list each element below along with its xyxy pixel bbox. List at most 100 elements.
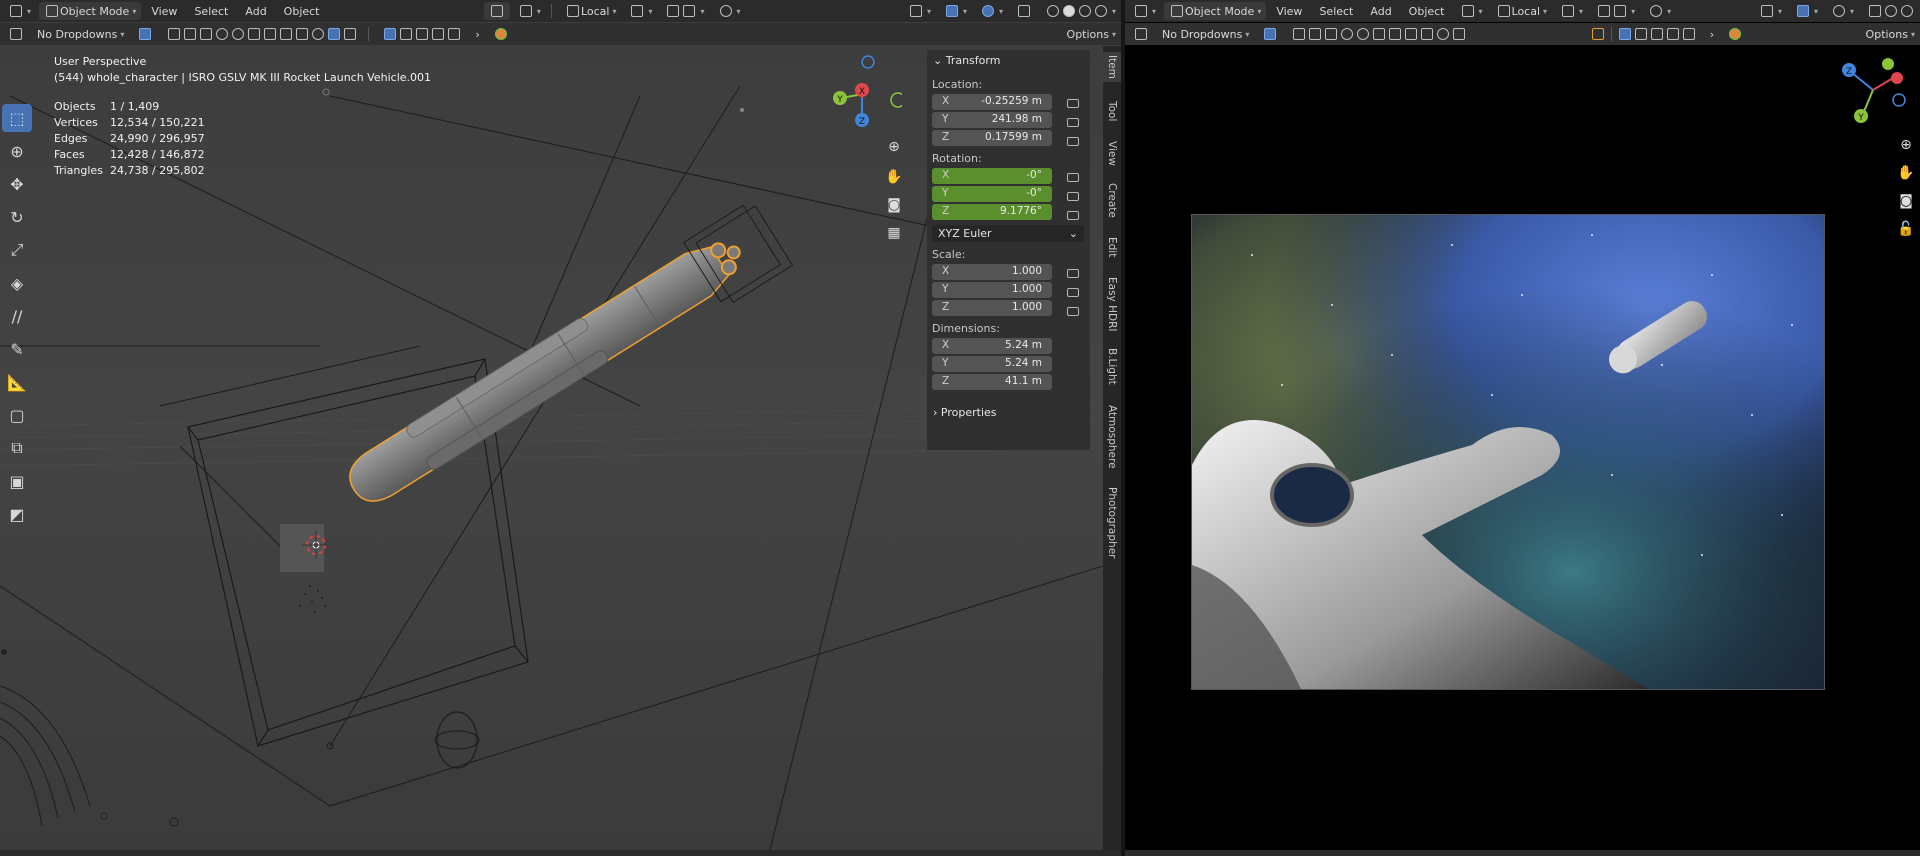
- rotation-y-field[interactable]: Y -0°: [932, 186, 1052, 202]
- tab-edit[interactable]: Edit: [1103, 232, 1121, 262]
- menu-object[interactable]: Object: [277, 2, 327, 20]
- select-mode-buttons[interactable]: [377, 25, 467, 43]
- move-icon[interactable]: ✥: [2, 170, 32, 198]
- hand-pan-icon[interactable]: ✋: [883, 166, 905, 188]
- transform-panel-header[interactable]: ⌄ Transform: [927, 50, 1090, 72]
- eyedropper-button[interactable]: [483, 2, 510, 20]
- draw-icon[interactable]: ✎: [2, 335, 32, 363]
- editor-type-button[interactable]: ▾: [3, 2, 36, 20]
- lock-camera-icon[interactable]: 🔓: [1895, 218, 1917, 240]
- orientation-selector[interactable]: Local ▾: [560, 2, 622, 20]
- location-y-field[interactable]: Y 241.98 m: [932, 112, 1052, 128]
- annotate-icon[interactable]: ∕∕: [2, 302, 32, 330]
- hand-pan-icon[interactable]: ✋: [1895, 162, 1917, 184]
- rotate-icon[interactable]: ↻: [2, 203, 32, 231]
- expand-arrow[interactable]: ›: [1705, 25, 1719, 43]
- object-type-filters[interactable]: [1286, 25, 1472, 43]
- snap-toggle[interactable]: ▾: [1591, 2, 1640, 20]
- shading-modes[interactable]: [1862, 2, 1920, 20]
- snap-button[interactable]: ▾: [624, 2, 657, 20]
- tab-create[interactable]: Create: [1103, 180, 1121, 220]
- gizmo-toggle[interactable]: ▾: [939, 2, 972, 20]
- proportional-edit[interactable]: ▾: [713, 2, 746, 20]
- menu-select[interactable]: Select: [187, 2, 235, 20]
- zoom-icon[interactable]: ⊕: [883, 136, 905, 158]
- menu-object[interactable]: Object: [1402, 2, 1452, 20]
- scale-z-field[interactable]: Z 1.000: [932, 300, 1052, 316]
- select-mode-buttons[interactable]: [1585, 25, 1702, 43]
- image-icon[interactable]: ▣: [2, 467, 32, 495]
- camera-view[interactable]: Z Y ⊕ ✋ ◙ 🔓: [1125, 46, 1920, 850]
- scale-icon[interactable]: ⤢: [2, 236, 32, 264]
- lock-icon[interactable]: [1067, 307, 1079, 316]
- tab-item[interactable]: Item: [1103, 52, 1121, 82]
- xray-toggle[interactable]: [1011, 2, 1037, 20]
- transform-icon[interactable]: ◈: [2, 269, 32, 297]
- location-z-field[interactable]: Z 0.17599 m: [932, 130, 1052, 146]
- tab-photographer[interactable]: Photographer: [1103, 484, 1121, 562]
- filter-button[interactable]: [132, 25, 158, 43]
- shading-modes[interactable]: ▾: [1040, 2, 1121, 20]
- lock-icon[interactable]: [1067, 173, 1079, 182]
- rotation-z-field[interactable]: Z 9.1776°: [932, 204, 1052, 220]
- dimension-z-field[interactable]: Z 41.1 m: [932, 374, 1052, 390]
- navigation-gizmo[interactable]: Z Y X: [822, 52, 902, 132]
- snap-toggle[interactable]: ▾: [660, 2, 709, 20]
- gizmo-toggle[interactable]: ▾: [1790, 2, 1823, 20]
- navigation-gizmo-right[interactable]: Z Y: [1837, 56, 1907, 126]
- camera-icon[interactable]: ◙: [883, 194, 905, 216]
- tab-tool[interactable]: Tool: [1103, 96, 1121, 126]
- extrude-icon[interactable]: ⧉: [2, 434, 32, 462]
- dropdowns-selector[interactable]: No Dropdowns ▾: [1157, 25, 1254, 43]
- location-x-field[interactable]: X -0.25259 m: [932, 94, 1052, 110]
- visibility-button[interactable]: ▾: [903, 2, 936, 20]
- rotation-mode-select[interactable]: XYZ Euler ⌄: [932, 225, 1084, 242]
- dropdowns-selector[interactable]: No Dropdowns ▾: [32, 25, 129, 43]
- dimension-y-field[interactable]: Y 5.24 m: [932, 356, 1052, 372]
- tab-easy-hdri[interactable]: Easy HDRI: [1103, 274, 1121, 334]
- mode-selector[interactable]: Object Mode ▾: [39, 2, 142, 20]
- expand-arrow[interactable]: ›: [470, 25, 484, 43]
- menu-view[interactable]: View: [144, 2, 184, 20]
- tab-view[interactable]: View: [1103, 138, 1121, 168]
- visibility-button[interactable]: ▾: [1754, 2, 1787, 20]
- proportional-edit[interactable]: ▾: [1643, 2, 1676, 20]
- addon-button[interactable]: [488, 25, 514, 43]
- grid-ortho-icon[interactable]: ▦: [883, 222, 905, 244]
- pivot-button[interactable]: ▾: [1455, 2, 1488, 20]
- curve-icon[interactable]: ◩: [2, 500, 32, 528]
- overlay-toggle[interactable]: ▾: [975, 2, 1008, 20]
- options-button[interactable]: Options ▾: [1861, 25, 1920, 43]
- menu-view[interactable]: View: [1269, 2, 1309, 20]
- tab-blight[interactable]: B.Light: [1103, 344, 1121, 388]
- 3d-viewport[interactable]: ⬚ ⊕ ✥ ↻ ⤢ ◈ ∕∕ ✎ 📐 ▢ ⧉ ▣ ◩ User Perspect…: [0, 46, 1103, 850]
- measure-icon[interactable]: 📐: [2, 368, 32, 396]
- camera-icon[interactable]: ◙: [1895, 190, 1917, 212]
- menu-select[interactable]: Select: [1312, 2, 1360, 20]
- select-box-icon[interactable]: ⬚: [2, 104, 32, 132]
- scale-x-field[interactable]: X 1.000: [932, 264, 1052, 280]
- mode-selector[interactable]: Object Mode ▾: [1164, 2, 1267, 20]
- lock-icon[interactable]: [1067, 211, 1079, 220]
- lock-icon[interactable]: [1067, 137, 1079, 146]
- lock-icon[interactable]: [1067, 288, 1079, 297]
- cursor-icon[interactable]: ⊕: [2, 137, 32, 165]
- snap-button[interactable]: ▾: [1555, 2, 1588, 20]
- addon-button[interactable]: [1722, 25, 1748, 43]
- overlay-toggle[interactable]: ▾: [1826, 2, 1859, 20]
- rotation-x-field[interactable]: X -0°: [932, 168, 1052, 184]
- tool-settings-icon-btn[interactable]: [3, 25, 29, 43]
- scale-y-field[interactable]: Y 1.000: [932, 282, 1052, 298]
- options-button[interactable]: Options ▾: [1062, 25, 1121, 43]
- object-type-filters[interactable]: [161, 25, 363, 43]
- dimension-x-field[interactable]: X 5.24 m: [932, 338, 1052, 354]
- tab-atmosphere[interactable]: Atmosphere: [1103, 402, 1121, 472]
- zoom-icon[interactable]: ⊕: [1895, 134, 1917, 156]
- add-cube-icon[interactable]: ▢: [2, 401, 32, 429]
- properties-panel-header[interactable]: › Properties: [927, 402, 1090, 424]
- tool-settings-icon-btn[interactable]: [1128, 25, 1154, 43]
- pivot-button[interactable]: ▾: [513, 2, 546, 20]
- editor-type-button[interactable]: ▾: [1128, 2, 1161, 20]
- menu-add[interactable]: Add: [238, 2, 273, 20]
- lock-icon[interactable]: [1067, 269, 1079, 278]
